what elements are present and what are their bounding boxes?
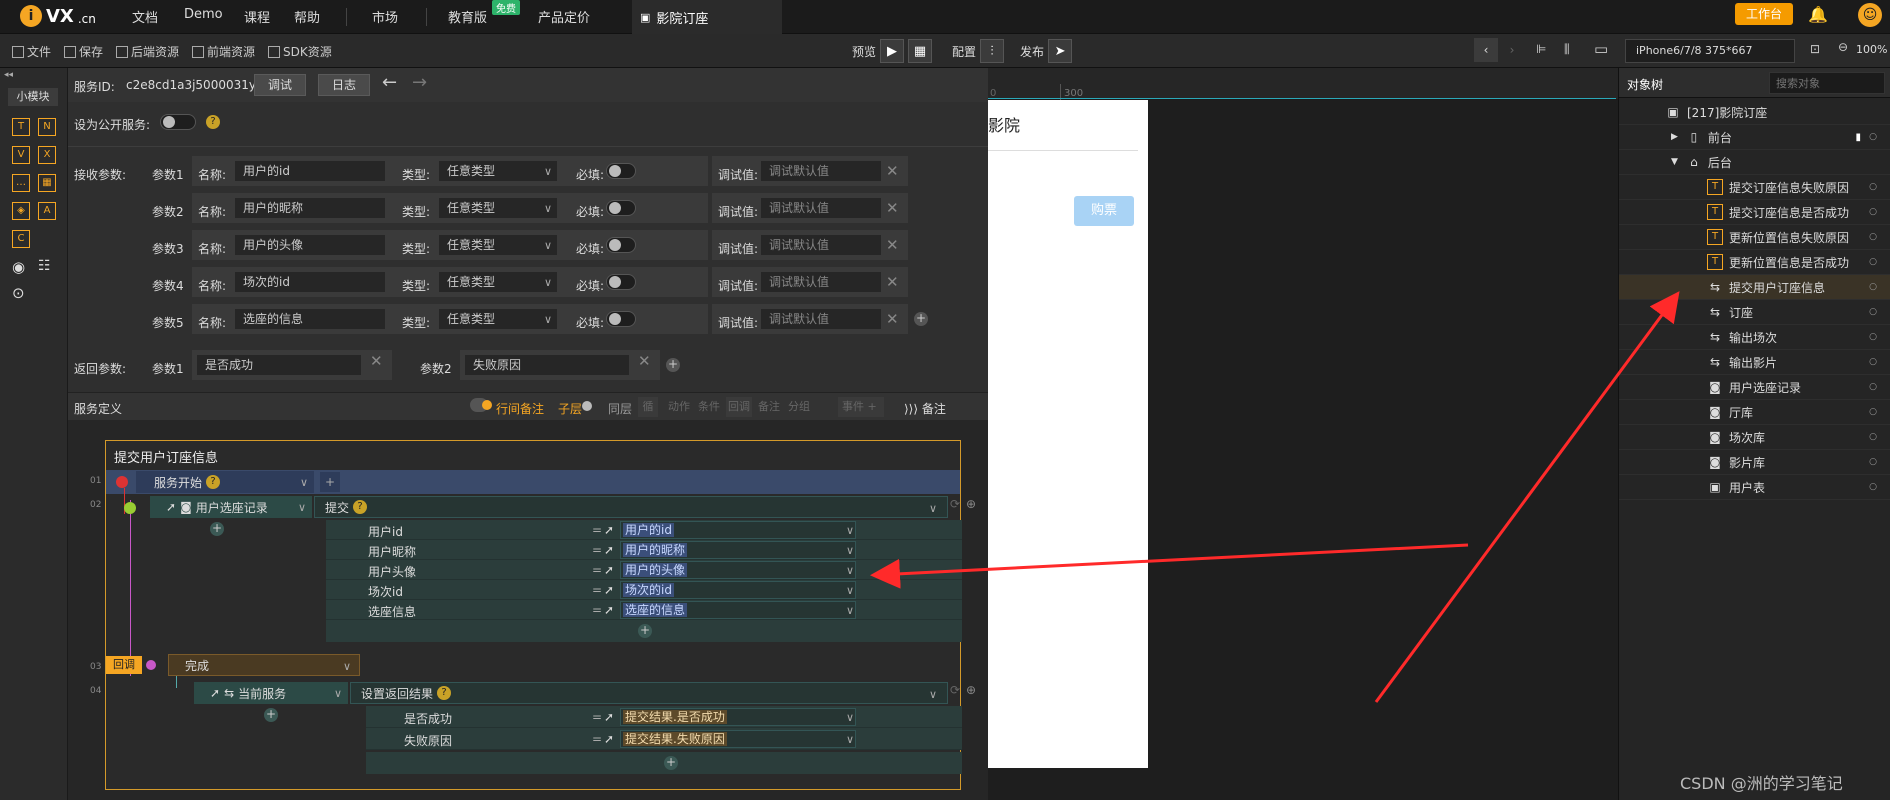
arrow-to-tree-item (1374, 291, 1680, 703)
arrow-to-field (870, 543, 1469, 589)
annotation-arrows (870, 291, 1680, 703)
